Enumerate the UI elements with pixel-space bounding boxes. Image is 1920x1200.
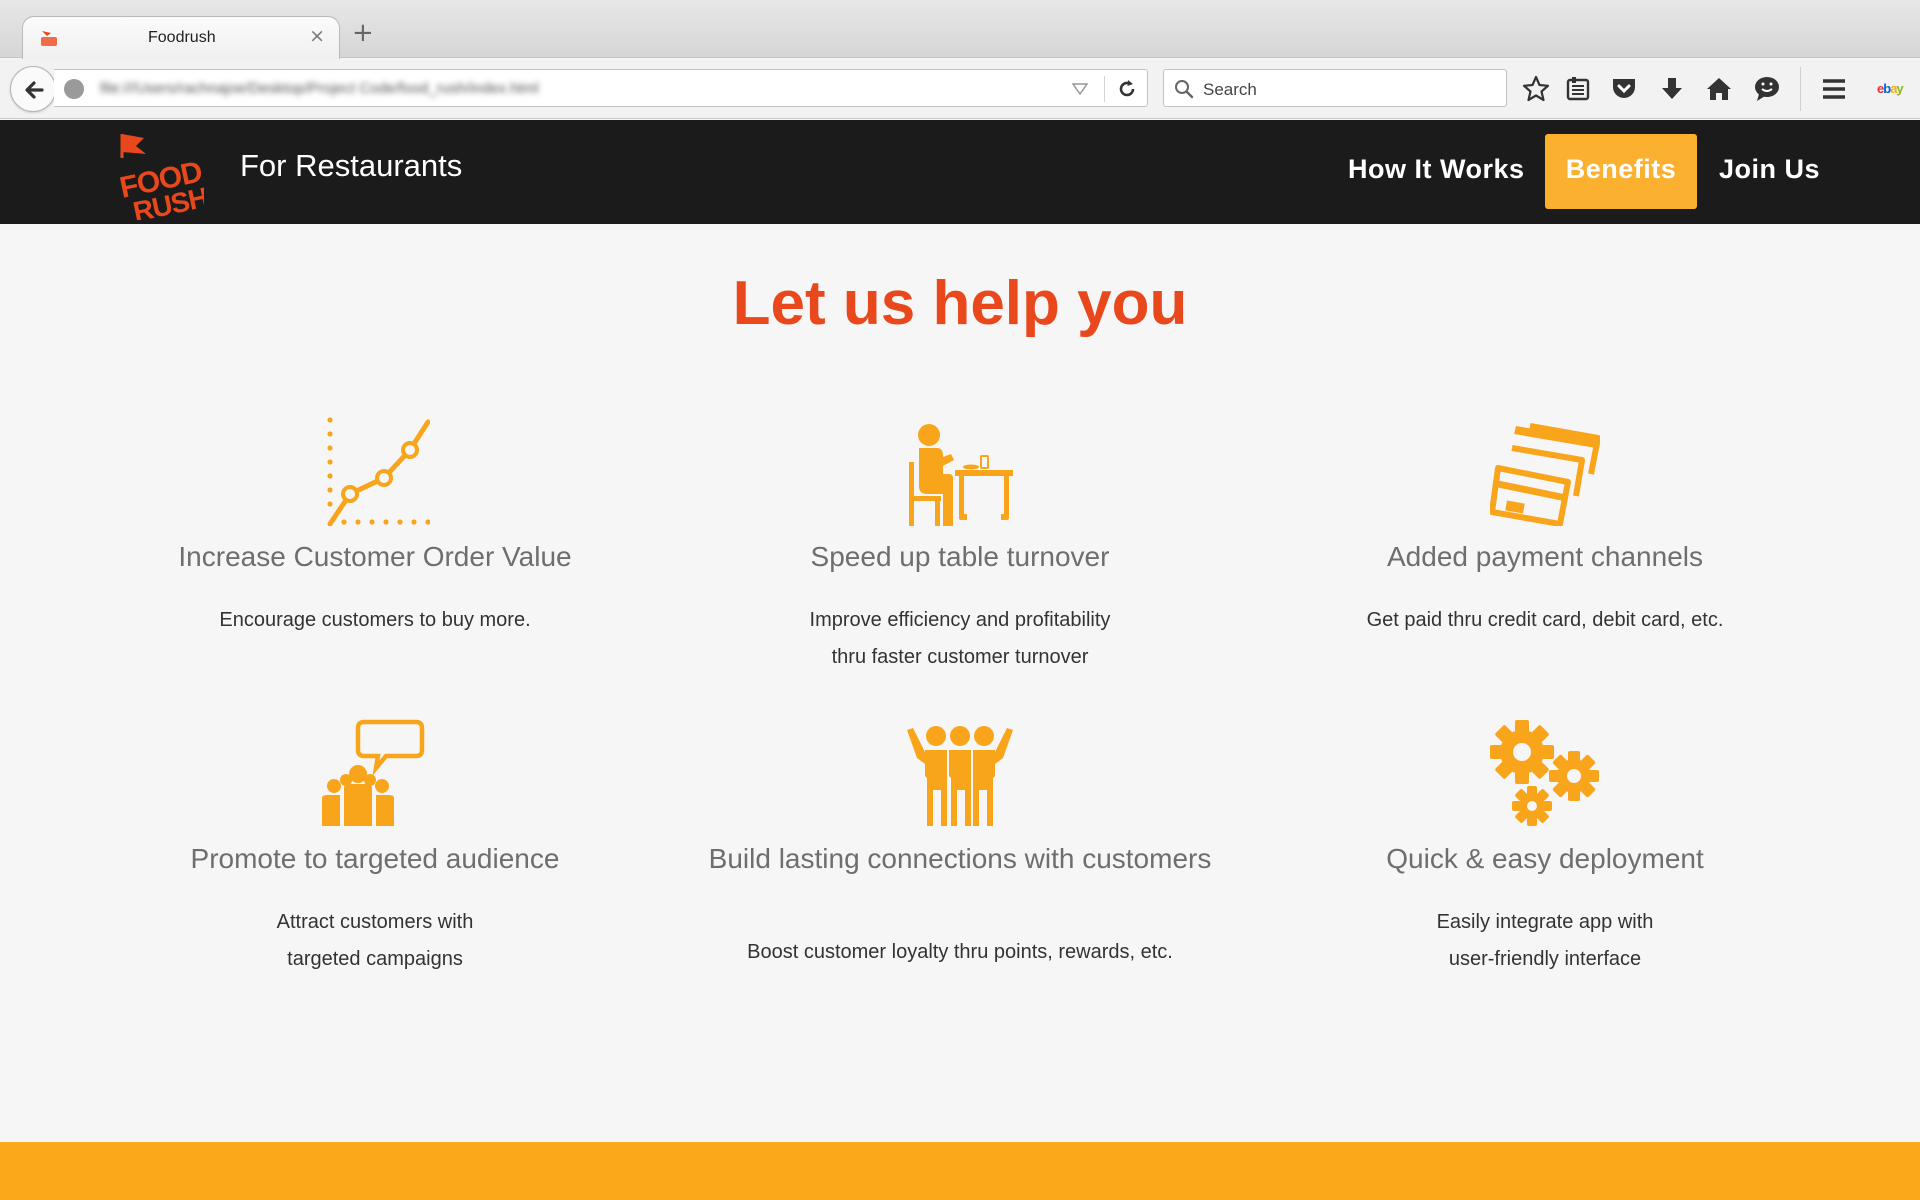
feature-description: Boost customer loyalty thru points, rewa…	[747, 941, 1173, 963]
feature-description: Easily integrate app with	[1436, 911, 1654, 933]
feature-title: Promote to targeted audience	[190, 843, 560, 874]
footer-bar	[0, 1142, 1920, 1200]
reading-list-icon[interactable]	[1564, 75, 1592, 103]
tab-close-icon[interactable]: ×	[309, 25, 325, 47]
feature-title: Quick & easy deployment	[1386, 843, 1704, 874]
url-bar[interactable]: file:///Users/rachnajoe/Desktop/Project …	[54, 69, 1148, 107]
menu-icon[interactable]	[1820, 75, 1848, 103]
search-input[interactable]: Search	[1163, 69, 1507, 107]
bookmark-star-icon[interactable]	[1522, 75, 1550, 103]
site-subtitle: For Restaurants	[240, 148, 463, 183]
search-placeholder: Search	[1203, 80, 1257, 99]
audience-speech-icon	[322, 719, 425, 826]
pocket-icon[interactable]	[1610, 75, 1638, 103]
page-headline: Let us help you	[732, 269, 1188, 338]
browser-tab[interactable]: Foodrush ×	[22, 16, 340, 59]
nav-how-it-works[interactable]: How It Works	[1348, 154, 1525, 185]
feature-description: Improve efficiency and profitability	[809, 609, 1111, 631]
browser-tab-bar: Foodrush × +	[0, 0, 1920, 59]
gears-icon	[1490, 720, 1599, 826]
nav-benefits-label: Benefits	[1565, 154, 1677, 184]
feature-description: Encourage customers to buy more.	[219, 609, 531, 631]
back-arrow-icon	[25, 81, 44, 99]
credit-cards-icon	[1490, 423, 1600, 526]
feature-description: Get paid thru credit card, debit card, e…	[1366, 609, 1724, 631]
download-icon[interactable]	[1658, 75, 1686, 103]
foodrush-logo[interactable]: FOOD RUSH	[114, 128, 204, 220]
url-dropdown-icon[interactable]	[1072, 82, 1088, 96]
growth-chart-icon	[327, 417, 430, 526]
feature-title: Build lasting connections with customers	[708, 843, 1212, 874]
tab-favicon-icon	[41, 31, 57, 46]
feature-title: Increase Customer Order Value	[178, 541, 572, 572]
nav-join-us[interactable]: Join Us	[1719, 154, 1820, 185]
new-tab-button[interactable]: +	[352, 20, 374, 46]
reload-icon[interactable]	[1116, 78, 1138, 100]
feature-title: Speed up table turnover	[810, 541, 1110, 572]
site-header: FOOD RUSH For Restaurants How It Works B…	[0, 120, 1920, 224]
tab-title: Foodrush	[148, 29, 216, 46]
feature-title: Added payment channels	[1387, 541, 1703, 572]
url-divider	[1104, 76, 1105, 102]
feature-description: user-friendly interface	[1448, 948, 1642, 970]
search-engine-logo[interactable]: ebay	[1877, 81, 1904, 96]
feature-description: targeted campaigns	[287, 948, 463, 970]
chat-icon[interactable]	[1753, 75, 1781, 103]
url-text[interactable]: file:///Users/rachnajoe/Desktop/Project …	[100, 80, 539, 97]
diner-at-table-icon	[909, 424, 1013, 526]
nav-benefits[interactable]: Benefits	[1545, 134, 1697, 209]
feature-description: Attract customers with	[276, 911, 474, 933]
group-of-friends-icon	[907, 726, 1013, 826]
toolbar-divider	[1800, 67, 1801, 111]
browser-nav-bar: file:///Users/rachnajoe/Desktop/Project …	[0, 59, 1920, 119]
site-identity-icon[interactable]	[64, 79, 84, 99]
feature-description: thru faster customer turnover	[831, 646, 1089, 668]
search-icon	[1175, 80, 1194, 99]
home-icon[interactable]	[1705, 75, 1733, 103]
back-button[interactable]	[10, 66, 56, 112]
